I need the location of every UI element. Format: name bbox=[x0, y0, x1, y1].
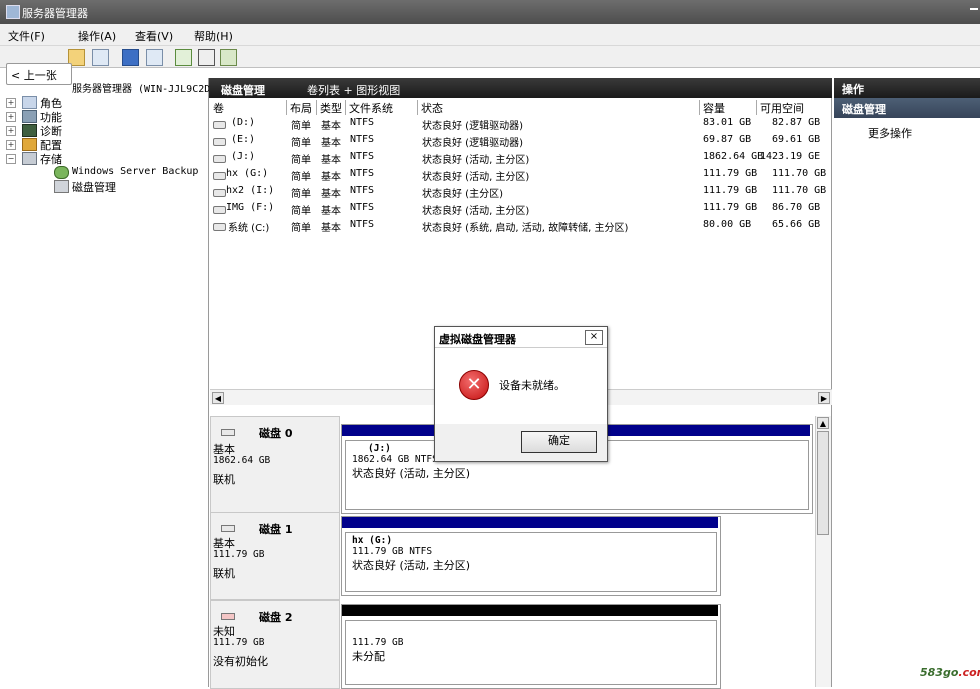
actions-panel bbox=[834, 78, 980, 687]
expand-icon[interactable]: + bbox=[6, 112, 16, 122]
volume-icon bbox=[213, 189, 226, 197]
column-header-volume[interactable]: 卷 bbox=[210, 100, 287, 115]
tree-item-storage[interactable]: 存储 bbox=[40, 151, 62, 167]
volume-icon bbox=[213, 121, 226, 129]
volume-icon bbox=[213, 223, 226, 231]
error-dialog: 虚拟磁盘管理器 × ✕ 设备未就绪。 确定 bbox=[434, 326, 608, 462]
title-bar: 服务器管理器 bbox=[0, 0, 980, 24]
help-icon[interactable] bbox=[122, 49, 139, 66]
disk-icon[interactable] bbox=[220, 49, 237, 66]
error-icon: ✕ bbox=[459, 370, 489, 400]
disk-0-label[interactable]: 磁盘 0 基本 1862.64 GB 联机 bbox=[210, 416, 340, 514]
scroll-thumb[interactable] bbox=[817, 431, 829, 535]
expand-icon[interactable]: + bbox=[6, 126, 16, 136]
back-button[interactable]: < 上一张 bbox=[6, 63, 72, 85]
menu-help[interactable]: 帮助(H) bbox=[194, 28, 233, 44]
disk-1-label[interactable]: 磁盘 1 基本 111.79 GB 联机 bbox=[210, 512, 340, 600]
column-header-free-space[interactable]: 可用空间 bbox=[757, 100, 832, 115]
menu-bar: 文件(F) 操作(A) 查看(V) 帮助(H) bbox=[0, 24, 980, 46]
expand-icon[interactable]: + bbox=[6, 98, 16, 108]
scroll-left-icon[interactable]: ◀ bbox=[212, 392, 224, 404]
column-header-status[interactable]: 状态 bbox=[418, 100, 700, 115]
menu-file[interactable]: 文件(F) bbox=[8, 28, 45, 44]
show-hide-tree-icon[interactable] bbox=[92, 49, 109, 66]
disk-2-label[interactable]: 磁盘 2 未知 111.79 GB 没有初始化 bbox=[210, 600, 340, 689]
disk-icon bbox=[221, 429, 235, 436]
tree-item-windows-server-backup[interactable]: Windows Server Backup bbox=[72, 166, 198, 177]
server-manager-icon bbox=[6, 5, 20, 19]
dialog-title-bar: 虚拟磁盘管理器 × bbox=[435, 327, 607, 348]
disk-error-icon bbox=[221, 613, 235, 620]
menu-action[interactable]: 操作(A) bbox=[78, 28, 116, 44]
close-icon[interactable]: × bbox=[585, 330, 603, 345]
column-header-filesystem[interactable]: 文件系统 bbox=[346, 100, 418, 115]
scroll-right-icon[interactable]: ▶ bbox=[818, 392, 830, 404]
disk-2-partition[interactable]: 111.79 GB 未分配 bbox=[341, 604, 721, 689]
navigation-tree: 服务器管理器 (WIN-JJL9C2DCD6 + 角色 + 功能 + 诊断 + … bbox=[0, 78, 228, 687]
features-icon bbox=[22, 110, 37, 123]
volume-icon bbox=[213, 138, 226, 146]
dialog-message: 设备未就绪。 bbox=[499, 379, 565, 392]
diagnostics-icon bbox=[22, 124, 37, 137]
volume-icon bbox=[213, 206, 226, 214]
ok-button[interactable]: 确定 bbox=[521, 431, 597, 453]
column-header-capacity[interactable]: 容量 bbox=[700, 100, 757, 115]
dialog-title: 虚拟磁盘管理器 bbox=[439, 333, 516, 346]
window-title: 服务器管理器 bbox=[22, 7, 88, 20]
partition-bar bbox=[342, 605, 718, 616]
expand-icon[interactable]: + bbox=[6, 140, 16, 150]
volume-icon bbox=[213, 172, 226, 180]
windows-server-backup-icon bbox=[54, 166, 69, 179]
watermark: 583go.com bbox=[920, 666, 980, 679]
dialog-body: ✕ 设备未就绪。 bbox=[435, 348, 607, 424]
main-header-title: 磁盘管理 bbox=[221, 84, 265, 97]
volume-icon bbox=[213, 155, 226, 163]
configuration-icon bbox=[22, 138, 37, 151]
disk-1-partition[interactable]: hx (G:) 111.79 GB NTFS 状态良好 (活动, 主分区) bbox=[341, 516, 721, 596]
storage-icon bbox=[22, 152, 37, 165]
column-header-layout[interactable]: 布局 bbox=[287, 100, 317, 115]
actions-section-disk-management[interactable]: 磁盘管理 bbox=[834, 98, 980, 118]
refresh-icon[interactable] bbox=[175, 49, 192, 66]
partition-bar bbox=[342, 517, 718, 528]
column-header-type[interactable]: 类型 bbox=[317, 100, 346, 115]
roles-icon bbox=[22, 96, 37, 109]
disk-icon bbox=[221, 525, 235, 532]
tree-root[interactable]: 服务器管理器 (WIN-JJL9C2DCD6 bbox=[72, 80, 228, 95]
vertical-scrollbar[interactable]: ▲ bbox=[815, 416, 831, 687]
disk-management-icon bbox=[54, 180, 69, 193]
tree-item-disk-management[interactable]: 磁盘管理 bbox=[72, 179, 116, 195]
menu-view[interactable]: 查看(V) bbox=[135, 28, 173, 44]
more-actions-link[interactable]: 更多操作 bbox=[868, 125, 912, 141]
action-pane-icon[interactable] bbox=[146, 49, 163, 66]
toolbar bbox=[0, 46, 980, 68]
actions-header: 操作 bbox=[834, 78, 980, 98]
minimize-button[interactable] bbox=[970, 8, 978, 10]
collapse-icon[interactable]: − bbox=[6, 154, 16, 164]
scroll-up-icon[interactable]: ▲ bbox=[817, 417, 829, 429]
properties-icon[interactable] bbox=[198, 49, 215, 66]
main-header-view[interactable]: 卷列表 + 图形视图 bbox=[307, 82, 400, 98]
main-header: 磁盘管理 卷列表 + 图形视图 bbox=[209, 78, 832, 98]
